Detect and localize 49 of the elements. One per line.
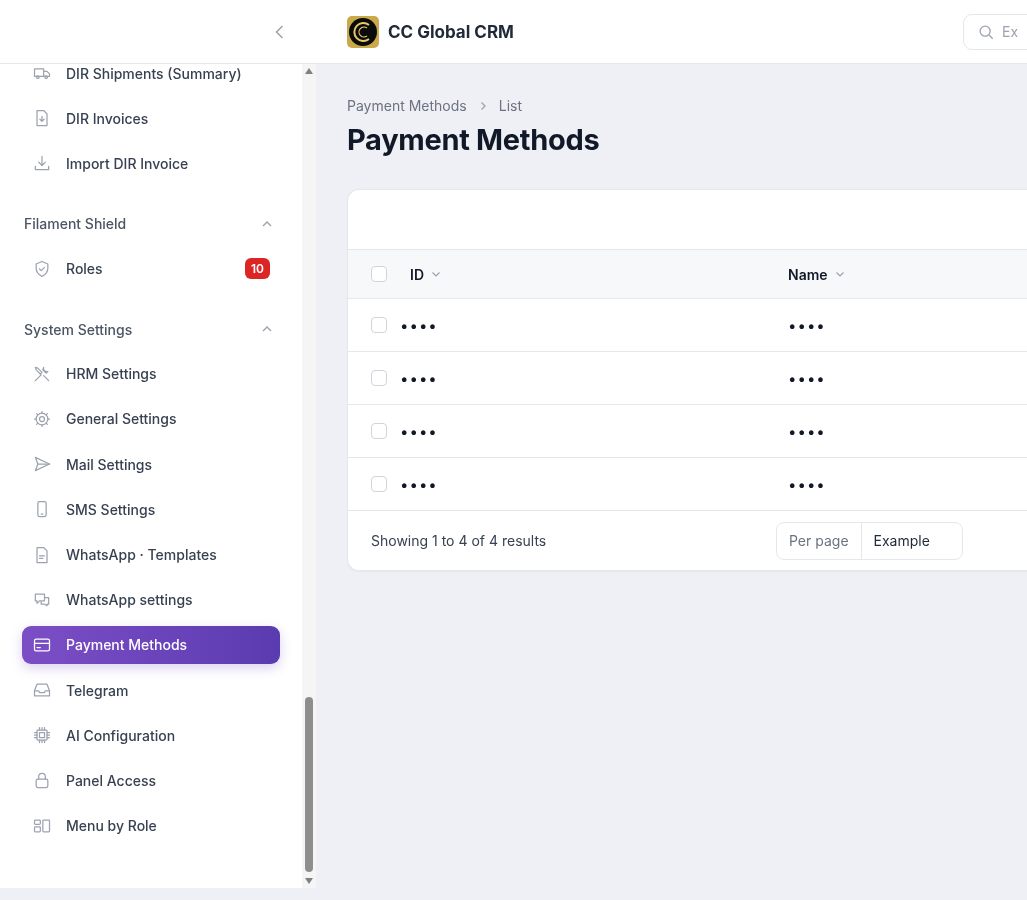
sidebar-item[interactable]: WhatsApp settings <box>22 580 280 619</box>
sidebar-item[interactable]: Import DIR Invoice <box>22 144 280 183</box>
sidebar-item[interactable]: DIR Invoices <box>22 99 280 138</box>
row-checkbox[interactable] <box>371 476 387 492</box>
sidebar-item[interactable]: SMS Settings <box>22 490 280 529</box>
table-cell: •••• <box>400 474 438 494</box>
count-badge: 10 <box>245 258 270 280</box>
scrollbar-thumb[interactable] <box>305 697 313 872</box>
table-cell: •••• <box>788 315 826 335</box>
table-cell: •••• <box>788 474 826 494</box>
sidebar-item[interactable]: WhatsApp · Templates <box>22 535 280 574</box>
column-header[interactable]: ID <box>410 265 424 283</box>
table-cell: •••• <box>788 368 826 388</box>
row-checkbox[interactable] <box>371 370 387 386</box>
scroll-up-icon[interactable] <box>305 68 313 74</box>
breadcrumb-link[interactable]: List <box>498 97 522 114</box>
group-header[interactable]: System Settings <box>22 317 280 342</box>
sidebar-item[interactable]: AI Configuration <box>22 716 280 755</box>
sidebar-item[interactable]: Telegram <box>22 671 280 710</box>
table-cell: •••• <box>400 421 438 441</box>
app-name: CC Global CRM <box>388 21 514 42</box>
logo-icon <box>347 15 379 48</box>
sidebar-item[interactable]: Payment Methods <box>22 625 280 664</box>
sidebar-item[interactable]: Panel Access <box>22 761 280 800</box>
group-header[interactable]: Filament Shield <box>22 211 280 236</box>
breadcrumb-link[interactable]: Payment Methods <box>347 97 467 114</box>
gear-icon <box>32 408 52 429</box>
select-all-checkbox[interactable] <box>371 266 387 282</box>
sidebar-item[interactable]: Roles 10 <box>22 249 280 288</box>
page-title: Payment Methods <box>347 122 601 157</box>
table-cell: •••• <box>400 368 438 388</box>
scrollbar[interactable] <box>302 64 316 888</box>
sidebar-item[interactable]: HRM Settings <box>22 354 280 393</box>
search-field[interactable]: Ex <box>1002 23 1027 40</box>
group-label: Filament Shield <box>24 215 128 233</box>
per-page-select[interactable]: Per page Example <box>776 521 963 560</box>
group-label: System Settings <box>24 320 134 338</box>
row-checkbox[interactable] <box>371 317 387 333</box>
sidebar-item[interactable]: General Settings <box>22 399 280 438</box>
chip-icon <box>32 725 52 746</box>
results-summary: Showing 1 to 4 of 4 results <box>371 532 548 549</box>
table-cell: •••• <box>400 315 438 335</box>
column-header[interactable]: Name <box>788 265 828 283</box>
sidebar-item[interactable]: Menu by Role <box>22 806 280 845</box>
sidebar-item[interactable]: Mail Settings <box>22 445 280 484</box>
scroll-down-icon[interactable] <box>305 878 313 884</box>
sidebar-item[interactable]: DIR Shipments (Summary) <box>22 54 280 92</box>
table-cell: •••• <box>788 421 826 441</box>
row-checkbox[interactable] <box>371 423 387 439</box>
